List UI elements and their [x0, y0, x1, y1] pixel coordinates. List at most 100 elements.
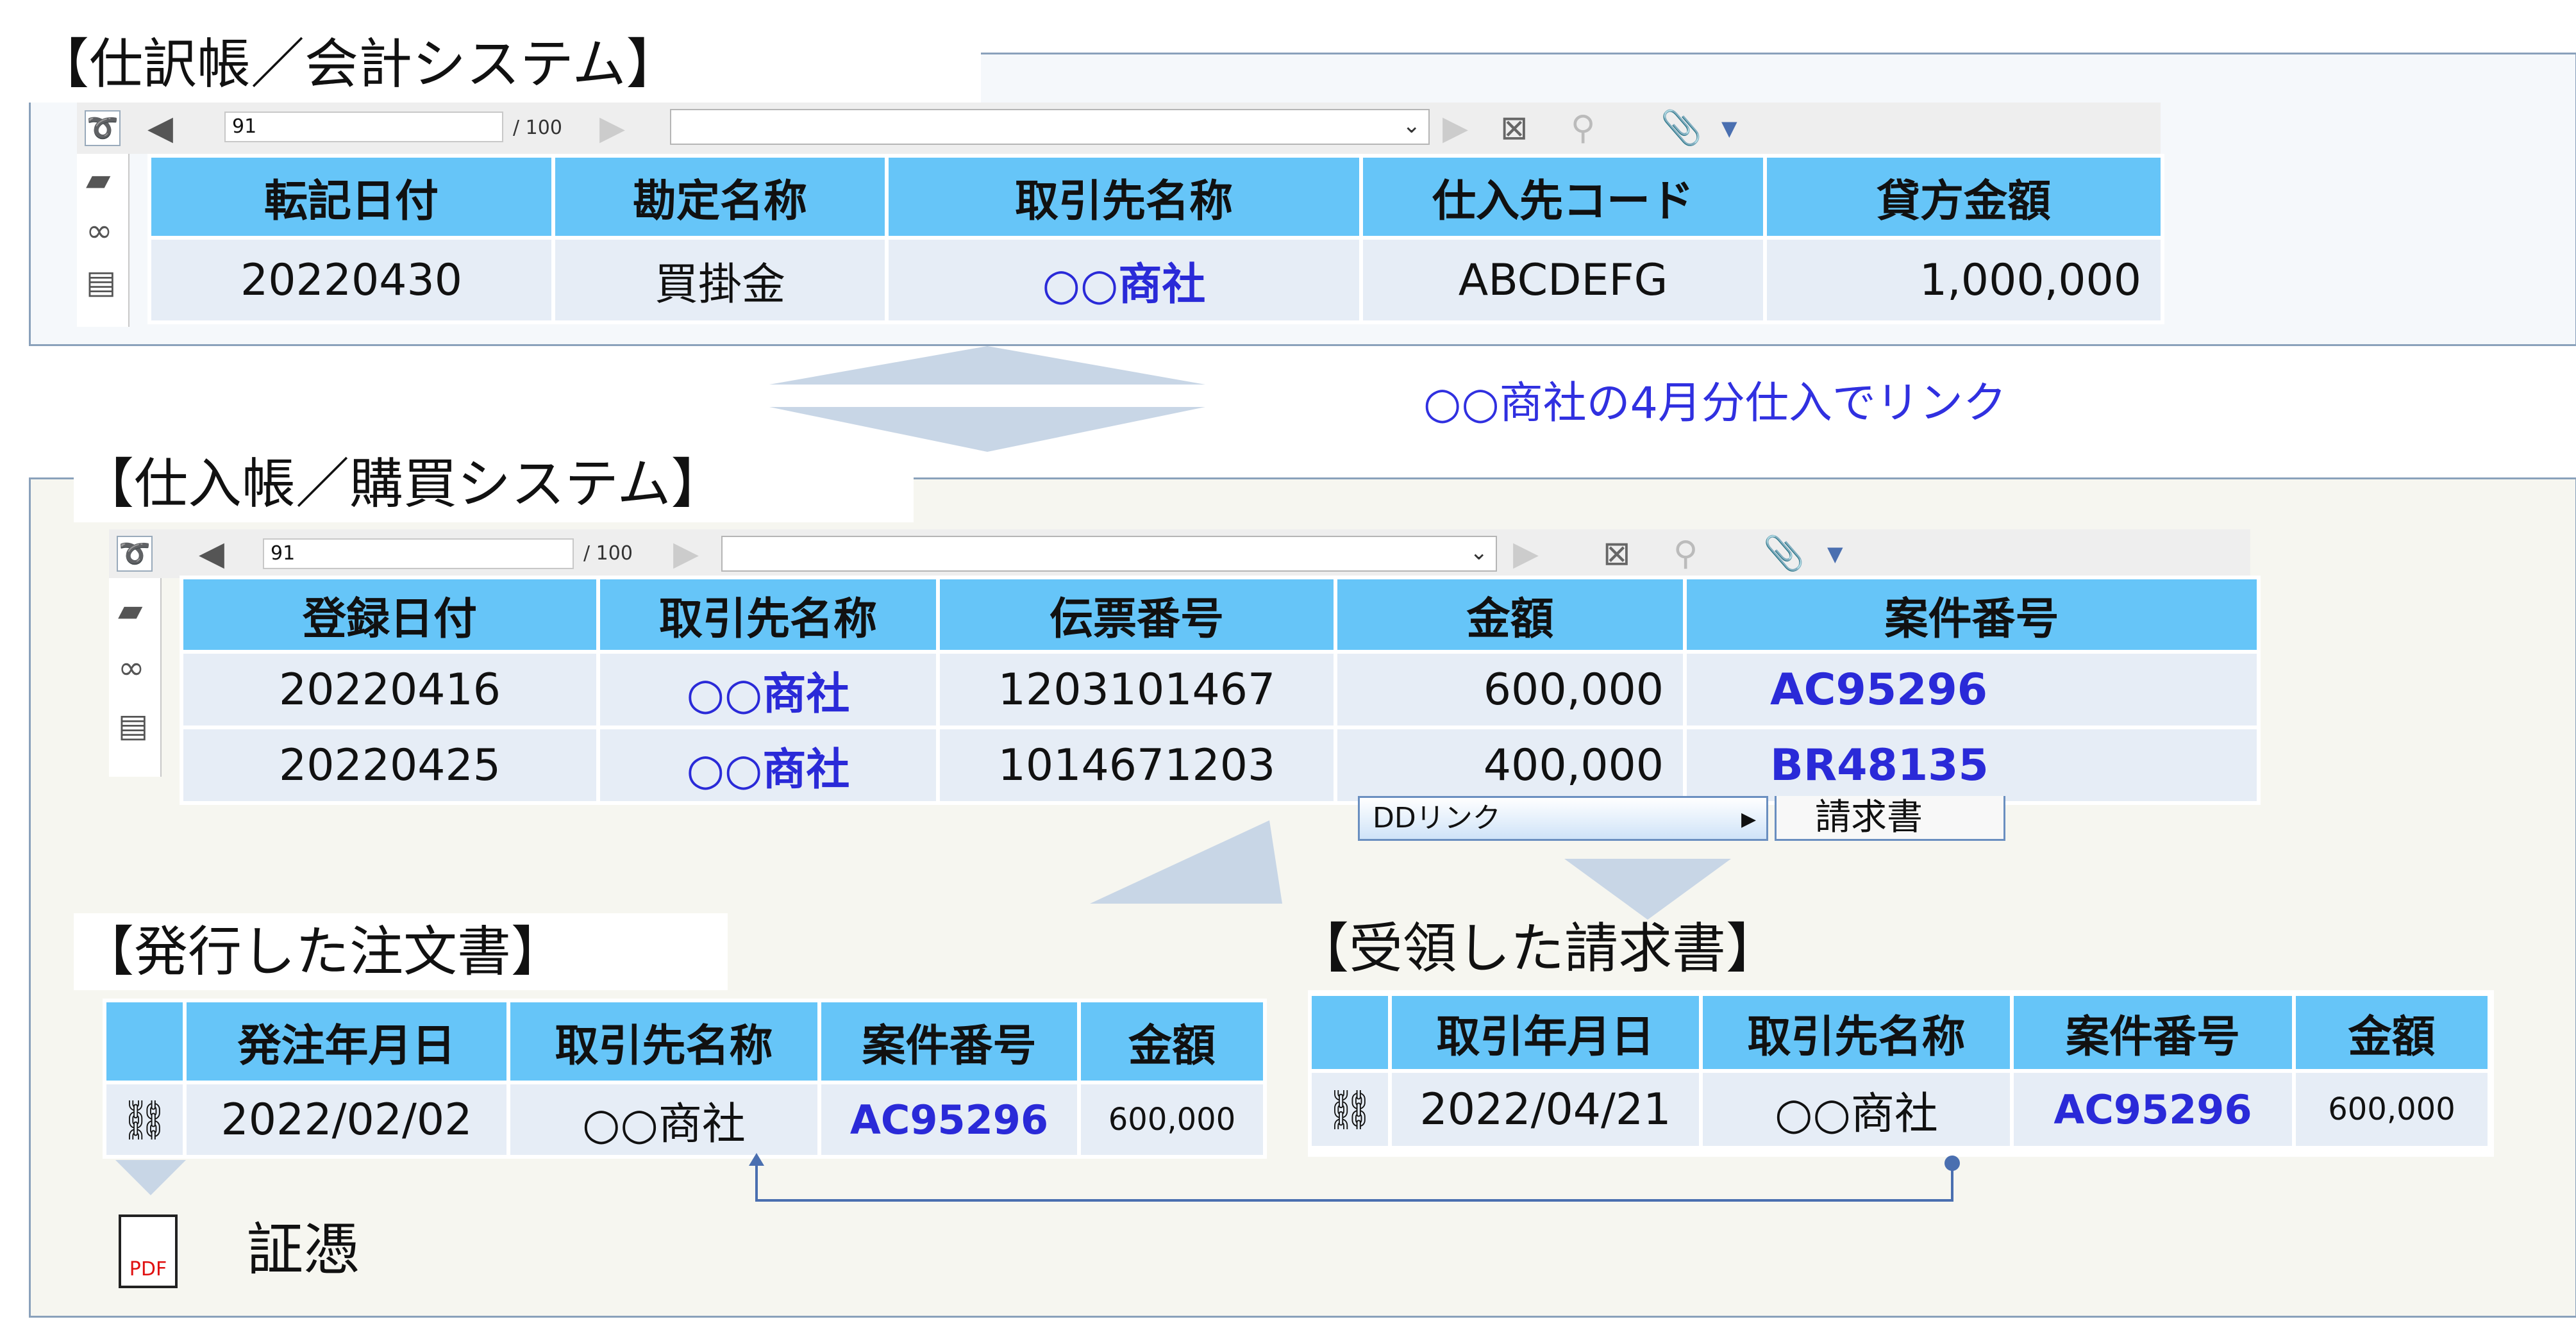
binoculars-icon[interactable]: ∞ — [86, 211, 113, 250]
last-page-icon[interactable]: ▶ — [1443, 103, 1468, 154]
attachment-icon[interactable]: 📎 — [1660, 103, 1702, 154]
column-header — [1308, 992, 1392, 1073]
page-total: / 100 — [513, 117, 562, 139]
column-header[interactable]: 伝票番号 — [936, 576, 1337, 654]
dropdown-icon[interactable]: ▼ — [1827, 529, 1843, 578]
supplier-name-cell: ○○商社 — [1699, 1069, 2014, 1150]
first-page-icon[interactable]: ◀ — [199, 529, 224, 578]
table-row[interactable]: 20220416 ○○商社 1203101467 600,000 AC95296 — [180, 650, 2261, 729]
document-search-icon[interactable]: ▤ — [118, 706, 148, 745]
page-number-input[interactable]: 91 — [263, 538, 574, 569]
left-arrow-shape — [1090, 820, 1282, 904]
submenu-item-invoice[interactable]: 請求書 — [1775, 796, 2005, 841]
clear-filter-icon[interactable]: ⊠ — [1603, 529, 1631, 578]
supplier-name-link[interactable]: ○○商社 — [596, 650, 940, 729]
supplier-name-link[interactable]: ○○商社 — [596, 725, 940, 805]
column-header[interactable]: 案件番号 — [1683, 576, 2261, 654]
folder-icon[interactable]: ▰ — [118, 591, 142, 629]
first-page-icon[interactable]: ◀ — [147, 103, 173, 154]
purchase-panel-title: 【仕入帳／購買システム】 — [74, 445, 914, 522]
column-header[interactable]: 貸方金額 — [1763, 154, 2164, 240]
purchase-order-title: 【発行した注文書】 — [74, 913, 728, 990]
registration-date-cell: 20220425 — [180, 725, 600, 805]
registration-date-cell: 20220416 — [180, 650, 600, 729]
link-icon[interactable]: ⚲ — [1673, 529, 1698, 578]
table-row[interactable]: 20220425 ○○商社 1014671203 400,000 BR48135 — [180, 725, 2261, 805]
column-header[interactable]: 転記日付 — [147, 154, 555, 240]
supplier-name-link[interactable]: ○○商社 — [885, 236, 1363, 324]
column-header[interactable]: 取引先名称 — [506, 999, 821, 1084]
account-name-cell: 買掛金 — [551, 236, 889, 324]
column-header[interactable]: 金額 — [1077, 999, 1267, 1084]
chain-link-icon[interactable]: ⛓ — [1308, 1069, 1392, 1150]
down-arrow-shape — [769, 346, 1205, 452]
amount-cell: 400,000 — [1334, 725, 1687, 805]
dropdown-icon[interactable]: ▼ — [1721, 103, 1737, 154]
table-row[interactable]: ⛓ 2022/04/21 ○○商社 AC95296 600,000 — [1308, 1069, 2491, 1150]
app-logo-icon[interactable]: ➰ — [85, 110, 121, 146]
clear-filter-icon[interactable]: ⊠ — [1500, 103, 1528, 154]
record-select[interactable]: ⌄ — [670, 109, 1430, 145]
column-header[interactable]: 金額 — [2292, 992, 2491, 1073]
amount-cell: 600,000 — [2292, 1069, 2491, 1150]
amount-cell: 600,000 — [1077, 1081, 1267, 1159]
voucher-number-cell: 1014671203 — [936, 725, 1337, 805]
column-header[interactable]: 金額 — [1334, 576, 1687, 654]
folder-icon[interactable]: ▰ — [86, 160, 110, 199]
journal-sidebar: ▰ ∞ ▤ — [77, 154, 130, 327]
invoice-title: 【受領した請求書】 — [1295, 917, 1780, 980]
chevron-down-icon: ⌄ — [1402, 113, 1421, 138]
column-header[interactable]: 登録日付 — [180, 576, 600, 654]
next-page-icon[interactable]: ▶ — [673, 529, 699, 578]
column-header[interactable]: 案件番号 — [2010, 992, 2296, 1073]
page-total: / 100 — [583, 542, 633, 565]
submenu-arrow-icon: ▶ — [1741, 808, 1757, 831]
page-number-input[interactable]: 91 — [224, 112, 503, 142]
column-header[interactable]: 取引先名称 — [596, 576, 940, 654]
amount-cell: 600,000 — [1334, 650, 1687, 729]
project-number-link[interactable]: AC95296 — [2010, 1069, 2296, 1150]
project-number-link[interactable]: BR48135 — [1683, 725, 2261, 805]
context-menu-label: DDリンク — [1373, 802, 1501, 834]
column-header[interactable]: 取引先名称 — [1699, 992, 2014, 1073]
purchase-toolbar: ➰ ◀ 91 / 100 ▶ ⌄ ▶ ⊠ ⚲ 📎 ▼ — [109, 529, 2250, 578]
app-logo-icon[interactable]: ➰ — [117, 536, 153, 572]
binoculars-icon[interactable]: ∞ — [118, 649, 145, 687]
table-row[interactable]: ⛓ 2022/02/02 ○○商社 AC95296 600,000 — [103, 1081, 1267, 1159]
column-header[interactable]: 取引年月日 — [1388, 992, 1703, 1073]
link-icon[interactable]: ⚲ — [1571, 103, 1595, 154]
record-select[interactable]: ⌄ — [721, 536, 1497, 572]
transaction-date-cell: 2022/04/21 — [1388, 1069, 1703, 1150]
project-number-link[interactable]: AC95296 — [1683, 650, 2261, 729]
submenu-label: 請求書 — [1815, 797, 1923, 838]
next-page-icon[interactable]: ▶ — [599, 103, 625, 154]
supplier-code-cell: ABCDEFG — [1359, 236, 1767, 324]
purchase-table: 登録日付 取引先名称 伝票番号 金額 案件番号 20220416 ○○商社 12… — [180, 576, 2261, 805]
evidence-label: 証憑 — [247, 1216, 360, 1282]
column-header — [103, 999, 187, 1084]
column-header[interactable]: 発注年月日 — [183, 999, 510, 1084]
pdf-file-icon[interactable]: PDF — [119, 1214, 178, 1288]
last-page-icon[interactable]: ▶ — [1513, 529, 1539, 578]
order-date-cell: 2022/02/02 — [183, 1081, 510, 1159]
journal-panel-title: 【仕訳帳／会計システム】 — [29, 26, 981, 103]
journal-toolbar: ➰ ◀ 91 / 100 ▶ ◀ ⌄ ▶ ⊠ ⚲ 📎 ▼ — [77, 103, 2161, 154]
journal-table: 転記日付 勘定名称 取引先名称 仕入先コード 貸方金額 20220430 買掛金… — [147, 154, 2164, 324]
invoice-table: 取引年月日 取引先名称 案件番号 金額 ⛓ 2022/04/21 ○○商社 AC… — [1308, 992, 2491, 1150]
project-number-link[interactable]: AC95296 — [817, 1081, 1081, 1159]
purchase-order-table: 発注年月日 取引先名称 案件番号 金額 ⛓ 2022/02/02 ○○商社 AC… — [103, 999, 1267, 1159]
column-header[interactable]: 仕入先コード — [1359, 154, 1767, 240]
supplier-name-cell: ○○商社 — [506, 1081, 821, 1159]
attachment-icon[interactable]: 📎 — [1763, 529, 1805, 578]
chain-link-icon[interactable]: ⛓ — [103, 1081, 187, 1159]
document-search-icon[interactable]: ▤ — [86, 263, 116, 301]
column-header[interactable]: 勘定名称 — [551, 154, 889, 240]
chevron-down-icon: ⌄ — [1469, 540, 1489, 565]
context-menu-item-dd-link[interactable]: DDリンク ▶ — [1358, 796, 1768, 841]
purchase-sidebar: ▰ ∞ ▤ — [109, 578, 162, 777]
column-header[interactable]: 案件番号 — [817, 999, 1081, 1084]
column-header[interactable]: 取引先名称 — [885, 154, 1363, 240]
credit-amount-cell: 1,000,000 — [1763, 236, 2164, 324]
table-row[interactable]: 20220430 買掛金 ○○商社 ABCDEFG 1,000,000 — [147, 236, 2164, 324]
match-connector-line — [749, 1153, 1960, 1202]
